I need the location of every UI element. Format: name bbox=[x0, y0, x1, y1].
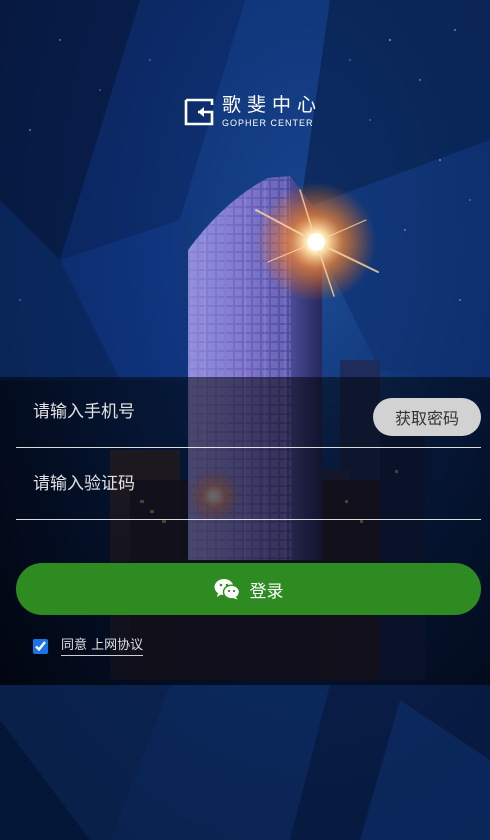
agree-checkbox[interactable] bbox=[33, 638, 48, 654]
agreement-link[interactable]: 同意 上网协议 bbox=[61, 637, 144, 656]
get-code-button[interactable]: 获取密码 bbox=[373, 398, 481, 436]
logo-chinese-name: 歌斐中心 bbox=[222, 94, 323, 116]
agreement-row: 同意 上网协议 bbox=[33, 635, 144, 657]
phone-field-row: 获取密码 bbox=[16, 377, 481, 448]
phone-input[interactable] bbox=[16, 377, 356, 447]
code-input[interactable] bbox=[16, 449, 356, 519]
login-button[interactable]: 登录 bbox=[16, 563, 481, 615]
gopher-logo-icon bbox=[184, 98, 214, 126]
login-form-panel: 获取密码 登录 同意 上网协议 bbox=[0, 377, 490, 685]
code-field-row bbox=[16, 449, 481, 520]
wechat-icon bbox=[214, 579, 240, 600]
login-label: 登录 bbox=[249, 581, 284, 602]
brand-logo: 歌斐中心 GOPHER CENTER bbox=[182, 94, 317, 134]
logo-english-name: GOPHER CENTER bbox=[222, 118, 314, 128]
agree-prefix: 同意 bbox=[61, 637, 88, 653]
agree-link-text: 上网协议 bbox=[91, 637, 144, 653]
